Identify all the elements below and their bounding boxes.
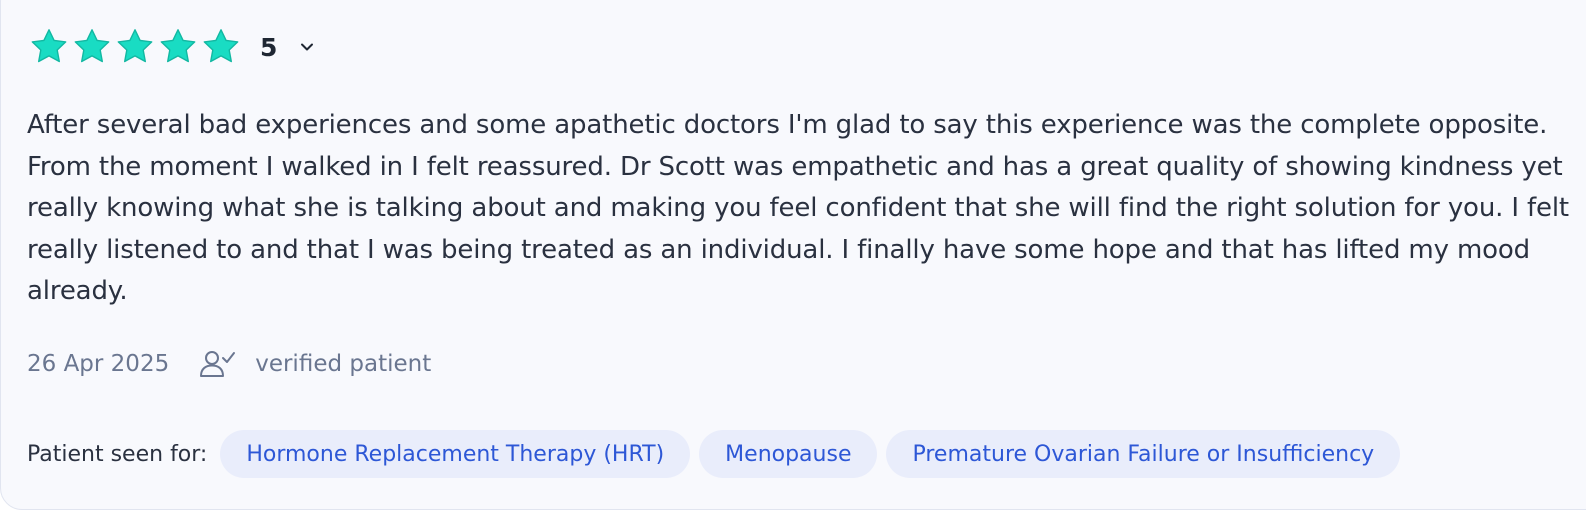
- user-check-icon: [200, 351, 236, 377]
- star-icon: [117, 29, 153, 63]
- verified-patient-label: verified patient: [255, 351, 432, 377]
- seen-for-label: Patient seen for:: [27, 441, 208, 467]
- treatment-tag[interactable]: Premature Ovarian Failure or Insufficien…: [886, 430, 1401, 478]
- star-icon: [74, 29, 110, 63]
- review-text: After several bad experiences and some a…: [27, 110, 1569, 306]
- star-icon: [31, 29, 67, 63]
- treatment-tag[interactable]: Menopause: [699, 430, 878, 478]
- chevron-down-icon: [301, 43, 314, 51]
- star-rating: [29, 27, 244, 67]
- patient-seen-for: Patient seen for: Hormone Replacement Th…: [27, 430, 1409, 478]
- rating-value: 5: [260, 32, 278, 62]
- review-meta: 26 Apr 2025 verified patient: [27, 346, 431, 382]
- star-icon: [160, 29, 196, 63]
- rating-row: 5: [29, 27, 317, 67]
- treatment-tag[interactable]: Hormone Replacement Therapy (HRT): [220, 430, 691, 478]
- star-icon: [203, 29, 239, 63]
- review-date: 26 Apr 2025: [27, 351, 170, 377]
- rating-breakdown-toggle[interactable]: [297, 37, 317, 57]
